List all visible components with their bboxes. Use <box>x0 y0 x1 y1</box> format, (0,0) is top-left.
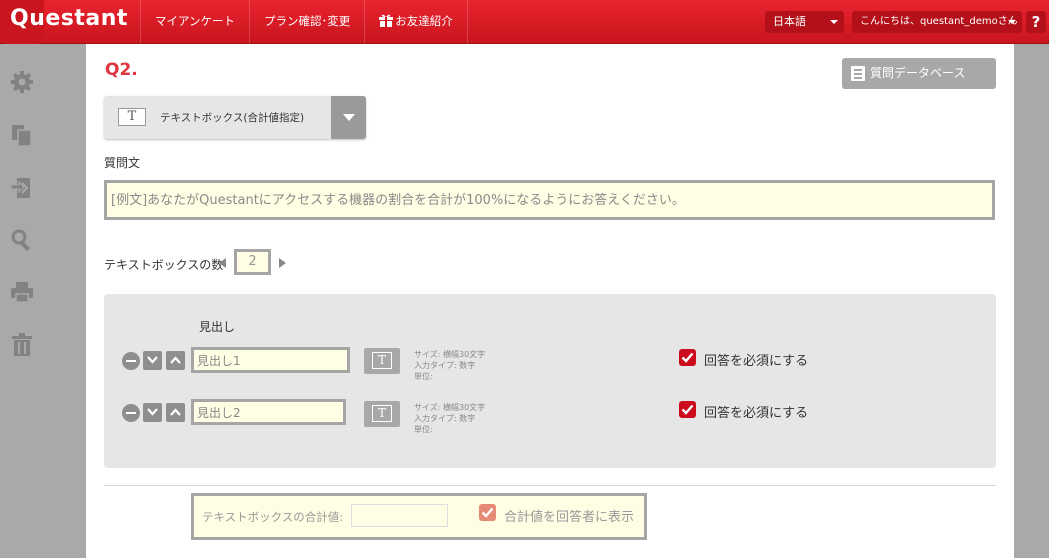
move-up-button[interactable] <box>166 403 185 422</box>
text-type-icon: T <box>372 405 392 422</box>
right-margin <box>1014 44 1049 558</box>
nav-referral[interactable]: お友達紹介 <box>364 0 468 44</box>
question-database-button[interactable]: 質問データベース <box>842 58 996 89</box>
heading-input[interactable] <box>191 399 346 425</box>
gift-icon <box>379 14 394 27</box>
language-select[interactable]: 日本語 <box>765 11 844 33</box>
question-type-select[interactable]: T テキストボックス(合計値指定) <box>104 96 366 139</box>
chevron-down-icon <box>343 114 355 121</box>
question-type-label: テキストボックス(合計値指定) <box>160 112 305 124</box>
chevron-down-icon <box>147 356 158 364</box>
textbox-count-label: テキストボックスの数 <box>104 258 224 272</box>
text-type-icon: T <box>372 352 392 369</box>
row-unit: 単位: <box>414 425 433 434</box>
question-text-input[interactable] <box>104 180 995 220</box>
question-text-label: 質問文 <box>104 156 141 170</box>
nav-referral-label: お友達紹介 <box>395 14 453 28</box>
nav-plan[interactable]: プラン確認･変更 <box>249 0 364 44</box>
row-meta: サイズ: 横幅30文字 入力タイプ: 数字 単位: <box>414 402 485 435</box>
checkmark-icon <box>681 404 694 415</box>
question-database-label: 質問データベース <box>870 66 966 80</box>
show-sum-label: 合計値を回答者に表示 <box>504 510 635 525</box>
gear-icon[interactable] <box>10 70 34 94</box>
top-bar: Questant マイアンケート プラン確認･変更 お友達紹介 日本語 こんにち… <box>0 0 1049 52</box>
dropdown-toggle[interactable] <box>331 96 366 139</box>
required-label: 回答を必須にする <box>704 354 809 369</box>
minus-icon <box>126 360 136 362</box>
remove-row-button[interactable] <box>122 352 140 370</box>
row-unit: 単位: <box>414 372 433 381</box>
chevron-down-icon <box>1008 20 1016 24</box>
text-type-icon: T <box>118 108 146 126</box>
question-number: Q2. <box>105 60 138 80</box>
nav-my-survey[interactable]: マイアンケート <box>140 0 249 44</box>
chevron-up-icon <box>170 408 181 416</box>
decrement-arrow-icon[interactable] <box>219 258 226 268</box>
remove-row-button[interactable] <box>122 404 140 422</box>
row-size: サイズ: 横幅30文字 <box>414 403 486 412</box>
list-icon <box>851 66 865 81</box>
textbox-settings-button[interactable]: T <box>364 401 400 427</box>
main-nav: マイアンケート プラン確認･変更 お友達紹介 <box>140 0 468 44</box>
increment-arrow-icon[interactable] <box>279 258 286 268</box>
shuffle-icon[interactable] <box>10 176 34 200</box>
copy-icon[interactable] <box>10 123 34 147</box>
move-down-button[interactable] <box>143 351 162 370</box>
move-up-button[interactable] <box>166 351 185 370</box>
minus-icon <box>126 412 136 414</box>
required-checkbox[interactable] <box>679 349 696 366</box>
trash-icon[interactable] <box>10 333 34 357</box>
heading-input[interactable] <box>191 347 350 373</box>
help-button[interactable]: ? <box>1026 11 1046 33</box>
rows-header-label: 見出し <box>199 320 236 334</box>
sum-settings-box: テキストボックスの合計値: 合計値を回答者に表示 <box>191 493 647 540</box>
row-size: サイズ: 横幅30文字 <box>414 350 486 359</box>
required-checkbox[interactable] <box>679 401 696 418</box>
chevron-down-icon <box>147 408 158 416</box>
print-icon[interactable] <box>10 280 34 304</box>
sum-label: テキストボックスの合計値: <box>202 510 344 524</box>
chevron-down-icon <box>830 20 838 24</box>
textbox-count-value[interactable]: 2 <box>234 249 271 275</box>
row-meta: サイズ: 横幅30文字 入力タイプ: 数字 単位: <box>414 349 485 382</box>
required-label: 回答を必須にする <box>704 406 809 421</box>
row-input-type: 入力タイプ: 数字 <box>414 361 476 370</box>
language-label: 日本語 <box>773 15 806 28</box>
sidebar <box>0 44 44 558</box>
greeting-text: こんにちは、questant_demoさん <box>860 16 1018 27</box>
logo-text: Questant <box>10 6 128 31</box>
chevron-up-icon <box>170 356 181 364</box>
user-menu[interactable]: こんにちは、questant_demoさん <box>852 11 1022 33</box>
move-down-button[interactable] <box>143 403 162 422</box>
checkmark-icon <box>481 507 494 518</box>
textbox-rows-area <box>104 294 996 468</box>
textbox-settings-button[interactable]: T <box>364 348 400 374</box>
show-sum-checkbox[interactable] <box>479 504 496 521</box>
checkmark-icon <box>681 352 694 363</box>
logo[interactable]: Questant <box>0 0 140 52</box>
sum-value-input[interactable] <box>351 504 448 527</box>
divider <box>104 485 996 486</box>
row-input-type: 入力タイプ: 数字 <box>414 414 476 423</box>
search-icon[interactable] <box>10 228 34 252</box>
